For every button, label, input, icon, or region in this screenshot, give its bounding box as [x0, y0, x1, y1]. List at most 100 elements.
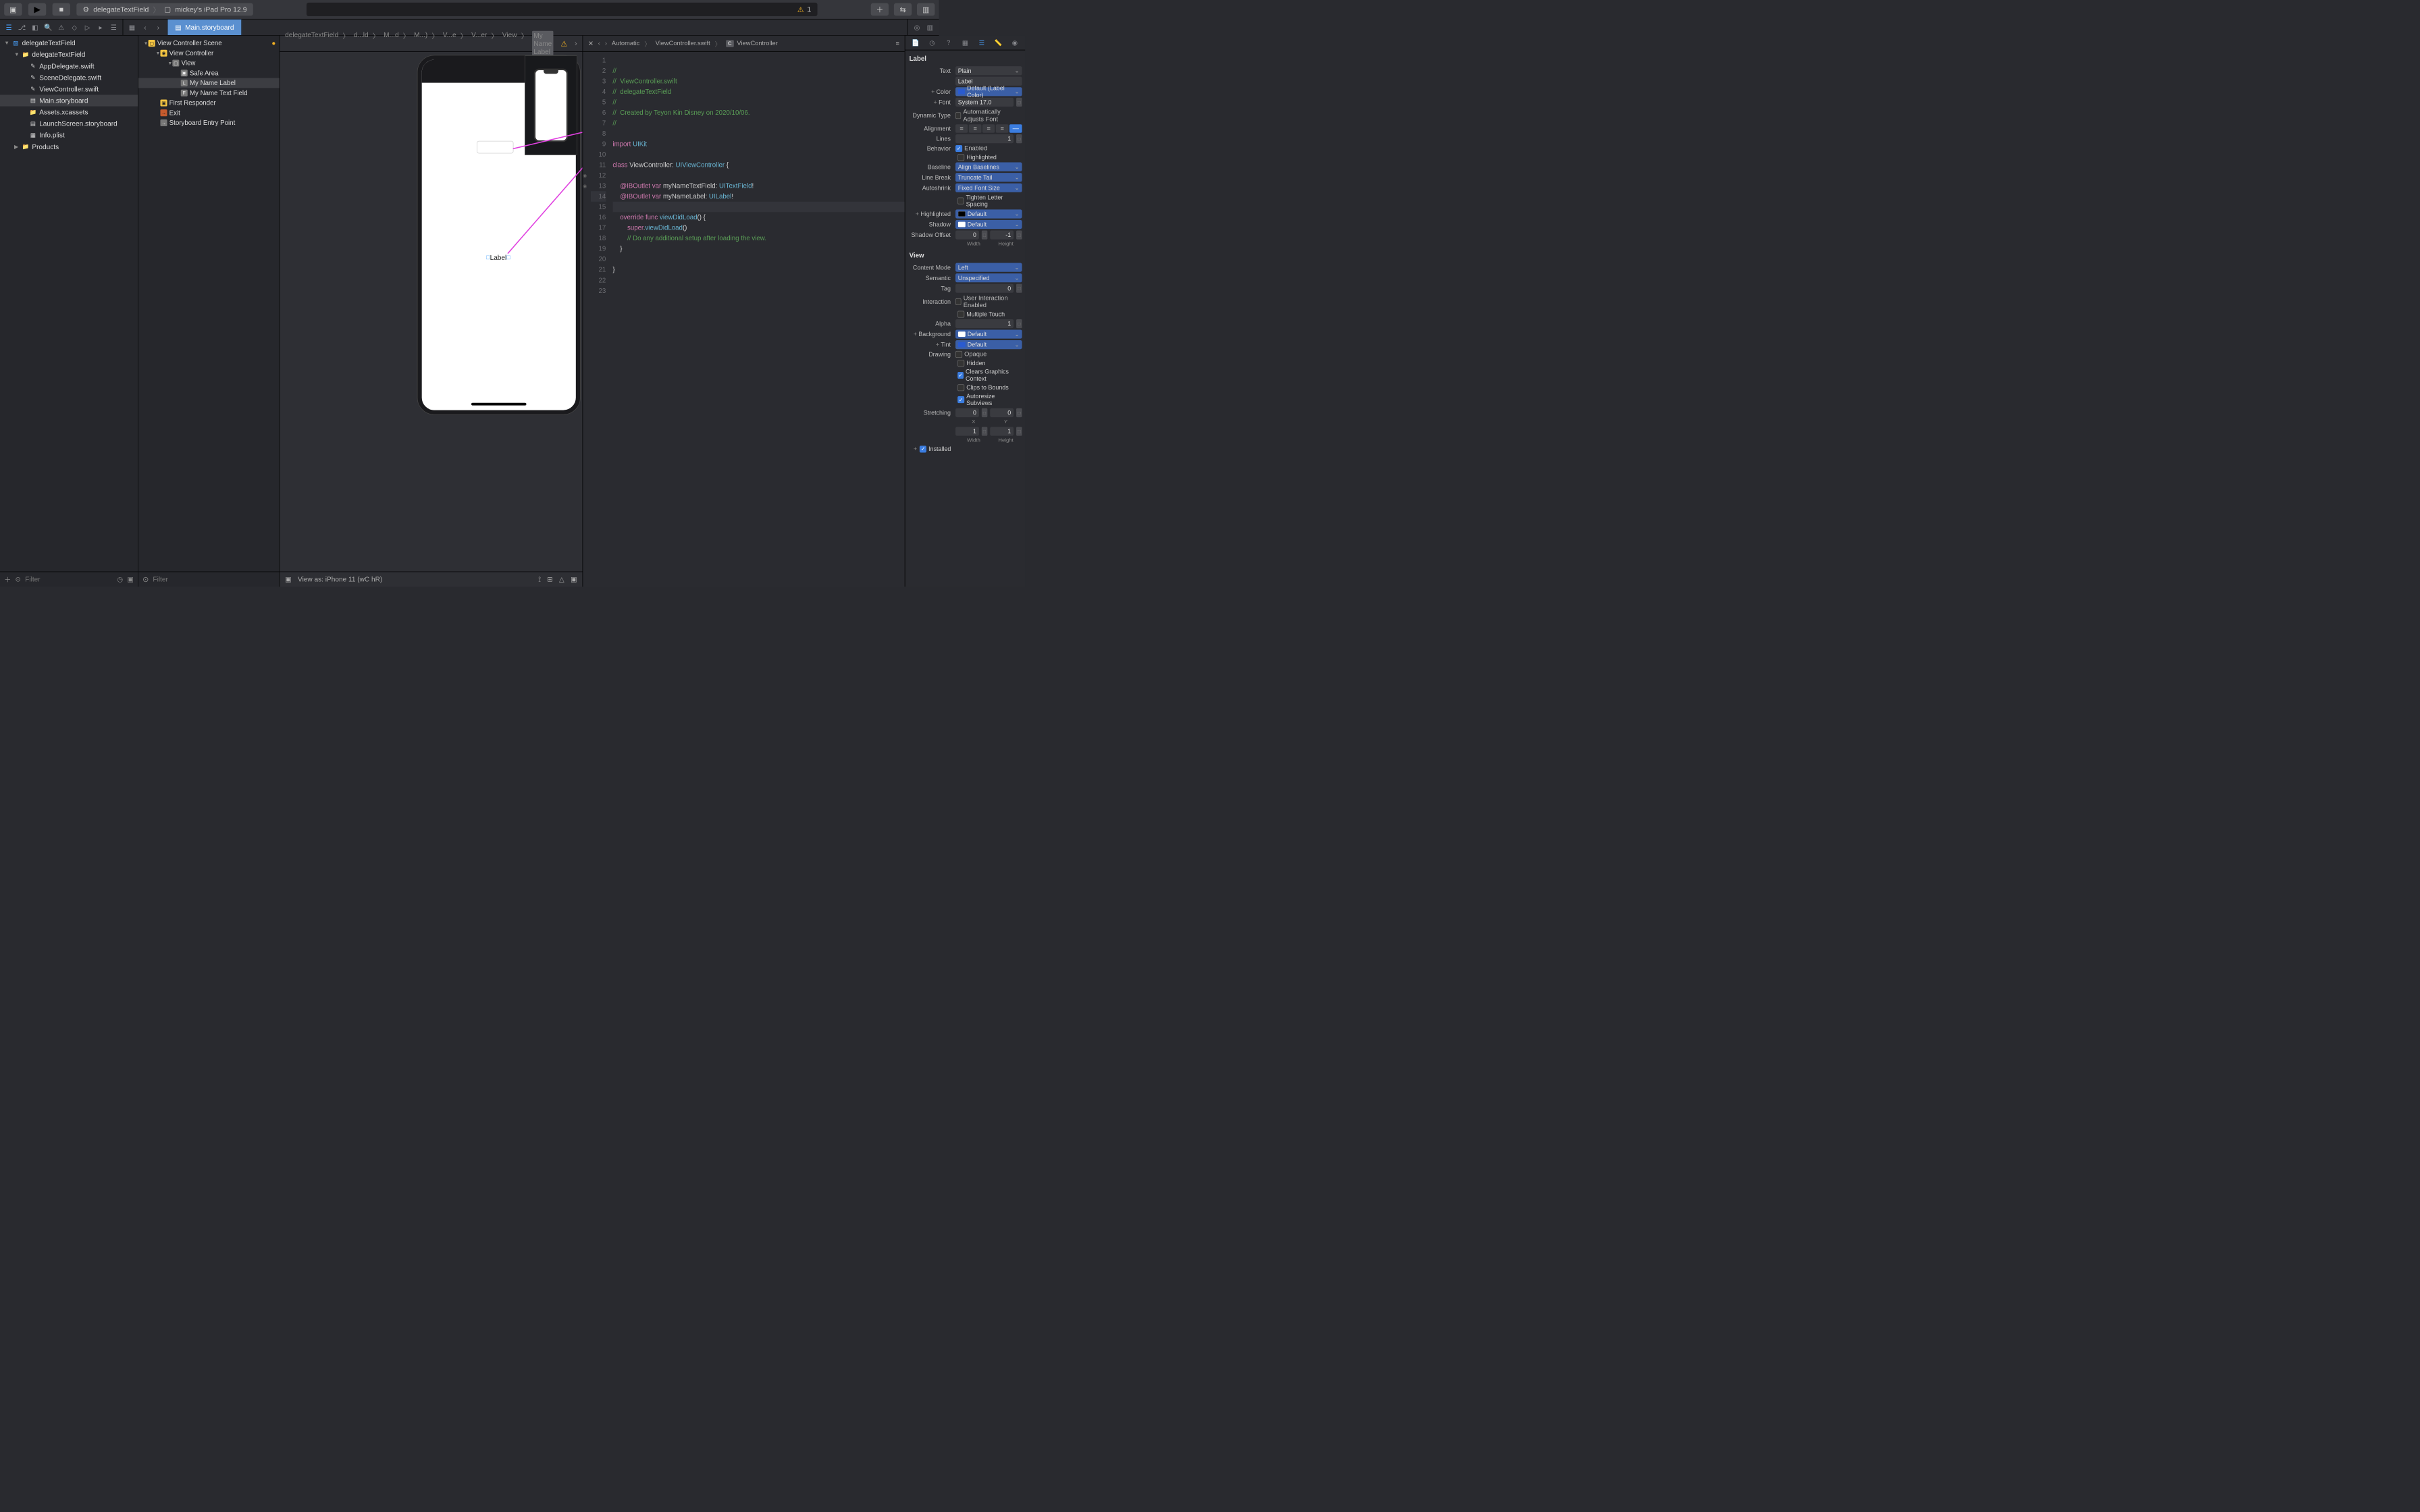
- project-navigator-icon[interactable]: ☰: [5, 23, 13, 31]
- tab-main-storyboard[interactable]: ▤ Main.storyboard: [167, 20, 242, 35]
- highlighted-checkbox[interactable]: [957, 154, 964, 161]
- forward-icon[interactable]: ›: [575, 39, 577, 47]
- dynamic-type-checkbox[interactable]: [955, 112, 961, 119]
- back-button[interactable]: ‹: [141, 23, 149, 31]
- outline-filter-input[interactable]: [153, 575, 275, 583]
- scheme-selector[interactable]: ⚙︎ delegateTextField 〉 ▢ mickey's iPad P…: [76, 3, 253, 16]
- tag-field[interactable]: 0: [955, 284, 1014, 293]
- back-icon[interactable]: ‹: [598, 40, 600, 47]
- opaque-checkbox[interactable]: [955, 351, 962, 358]
- size-inspector-icon[interactable]: 📏: [994, 38, 1003, 47]
- color-select[interactable]: Default (Label Color): [955, 87, 1022, 96]
- outlet-marker[interactable]: ◉: [583, 170, 591, 181]
- textfield-on-canvas[interactable]: [477, 141, 513, 154]
- test-navigator-icon[interactable]: ◇: [70, 23, 78, 31]
- lines-stepper[interactable]: ⬚: [1016, 134, 1022, 143]
- file-assets[interactable]: 📁Assets.xcassets: [0, 107, 138, 118]
- filter-icon[interactable]: ⊙: [142, 575, 149, 584]
- scm-filter-icon[interactable]: ⊙: [16, 575, 21, 583]
- content-mode-select[interactable]: Left: [955, 263, 1022, 272]
- shadow-color-select[interactable]: Default: [955, 220, 1022, 229]
- label-on-canvas[interactable]: Label: [490, 254, 507, 262]
- file-inspector-icon[interactable]: 📄: [911, 38, 920, 47]
- scene-row[interactable]: ▼▢View Controller Scene●: [138, 38, 280, 49]
- file-launchscreen[interactable]: ▤LaunchScreen.storyboard: [0, 118, 138, 130]
- run-button[interactable]: ▶: [28, 3, 46, 16]
- symbol-navigator-icon[interactable]: ◧: [31, 23, 39, 31]
- history-inspector-icon[interactable]: ◷: [928, 38, 937, 47]
- editor-options-icon[interactable]: ≡: [895, 40, 899, 47]
- code-editor[interactable]: ◉ ◉ 123456789101112131415161718192021222…: [583, 52, 904, 587]
- align-icon[interactable]: ⟟: [538, 575, 541, 583]
- file-infoplist[interactable]: ▦Info.plist: [0, 130, 138, 141]
- file-appdelegate[interactable]: ✎AppDelegate.swift: [0, 60, 138, 72]
- inspector-toggle-button[interactable]: ▥: [917, 3, 935, 16]
- enabled-checkbox[interactable]: ✓: [955, 145, 962, 152]
- library-button[interactable]: ＋: [871, 3, 889, 16]
- resolve-icon[interactable]: △: [559, 575, 564, 583]
- breadcrumb-leaf[interactable]: ViewController: [737, 40, 777, 47]
- file-viewcontroller[interactable]: ✎ViewController.swift: [0, 83, 138, 94]
- source-control-icon[interactable]: ⎇: [18, 23, 26, 31]
- add-button[interactable]: ＋: [4, 574, 11, 584]
- forward-icon[interactable]: ›: [605, 40, 607, 47]
- tint-select[interactable]: Default: [955, 340, 1022, 349]
- safearea-row[interactable]: ▣Safe Area: [138, 68, 280, 78]
- background-select[interactable]: Default: [955, 329, 1022, 338]
- connections-inspector-icon[interactable]: ◉: [1010, 38, 1019, 47]
- forward-button[interactable]: ›: [154, 23, 162, 31]
- file-main-storyboard[interactable]: ▤Main.storyboard: [0, 94, 138, 106]
- highlighted-color-select[interactable]: Default: [955, 209, 1022, 218]
- filter-input[interactable]: [25, 575, 113, 583]
- text-mode-select[interactable]: Plain: [955, 66, 1022, 75]
- embed-icon[interactable]: ▣: [571, 575, 577, 583]
- report-navigator-icon[interactable]: ☰: [109, 23, 117, 31]
- entry-row[interactable]: →Storyboard Entry Point: [138, 118, 280, 128]
- textfield-row[interactable]: FMy Name Text Field: [138, 88, 280, 98]
- file-scenedelegate[interactable]: ✎SceneDelegate.swift: [0, 72, 138, 83]
- related-items-icon[interactable]: ▦: [128, 23, 136, 31]
- linebreak-select[interactable]: Truncate Tail: [955, 173, 1022, 182]
- sidebar-toggle-button[interactable]: ▣: [4, 3, 22, 16]
- outlet-marker[interactable]: ◉: [583, 181, 591, 192]
- lines-field[interactable]: 1: [955, 134, 1014, 143]
- recent-filter-icon[interactable]: ◷: [117, 575, 123, 583]
- clips-checkbox[interactable]: [957, 384, 964, 391]
- code-review-button[interactable]: ⇆: [894, 3, 912, 16]
- autoresize-checkbox[interactable]: ✓: [957, 396, 964, 403]
- minimap-icon[interactable]: ◎: [913, 23, 921, 31]
- view-as-label[interactable]: View as: iPhone 11 (wC hR): [298, 575, 382, 583]
- stretch-x-field[interactable]: 0: [955, 408, 979, 417]
- issue-navigator-icon[interactable]: ⚠: [57, 23, 65, 31]
- attributes-inspector-icon[interactable]: ☰: [977, 38, 986, 47]
- pin-icon[interactable]: ⊞: [547, 575, 552, 583]
- identity-inspector-icon[interactable]: ▦: [961, 38, 970, 47]
- exit-row[interactable]: →Exit: [138, 108, 280, 118]
- multitouch-checkbox[interactable]: [957, 310, 964, 317]
- help-inspector-icon[interactable]: ?: [944, 38, 953, 47]
- breadcrumb-item[interactable]: ViewController.swift: [656, 40, 710, 47]
- alignment-segment[interactable]: ≡≡≡≡—: [955, 124, 1022, 132]
- autoshrink-select[interactable]: Fixed Font Size: [955, 184, 1022, 192]
- toggle-outline-icon[interactable]: ▣: [285, 575, 292, 583]
- view-row[interactable]: ▼▢View: [138, 58, 280, 68]
- stop-button[interactable]: ■: [53, 3, 70, 16]
- breadcrumb-item[interactable]: Automatic: [612, 40, 639, 47]
- project-root[interactable]: ▼▧ delegateTextField: [0, 37, 138, 49]
- alpha-field[interactable]: 1: [955, 319, 1014, 328]
- font-field[interactable]: System 17.0: [955, 98, 1014, 107]
- warning-icon[interactable]: ⚠: [560, 39, 567, 48]
- hidden-checkbox[interactable]: [957, 360, 964, 367]
- uie-checkbox[interactable]: [955, 298, 962, 305]
- tighten-checkbox[interactable]: [957, 198, 964, 205]
- canvas-minimap[interactable]: [525, 55, 577, 155]
- stretch-w-field[interactable]: 1: [955, 427, 979, 435]
- debug-navigator-icon[interactable]: ▷: [83, 23, 91, 31]
- vc-row[interactable]: ▼◉View Controller: [138, 48, 280, 58]
- first-responder-row[interactable]: ▣First Responder: [138, 98, 280, 108]
- folder-products[interactable]: ▶📁 Products: [0, 141, 138, 153]
- label-row[interactable]: LMy Name Label: [138, 78, 280, 88]
- canvas-body[interactable]: Label: [280, 52, 582, 572]
- folder-delegate[interactable]: ▼📁 delegateTextField: [0, 49, 138, 60]
- scope-filter-icon[interactable]: ▣: [127, 575, 134, 583]
